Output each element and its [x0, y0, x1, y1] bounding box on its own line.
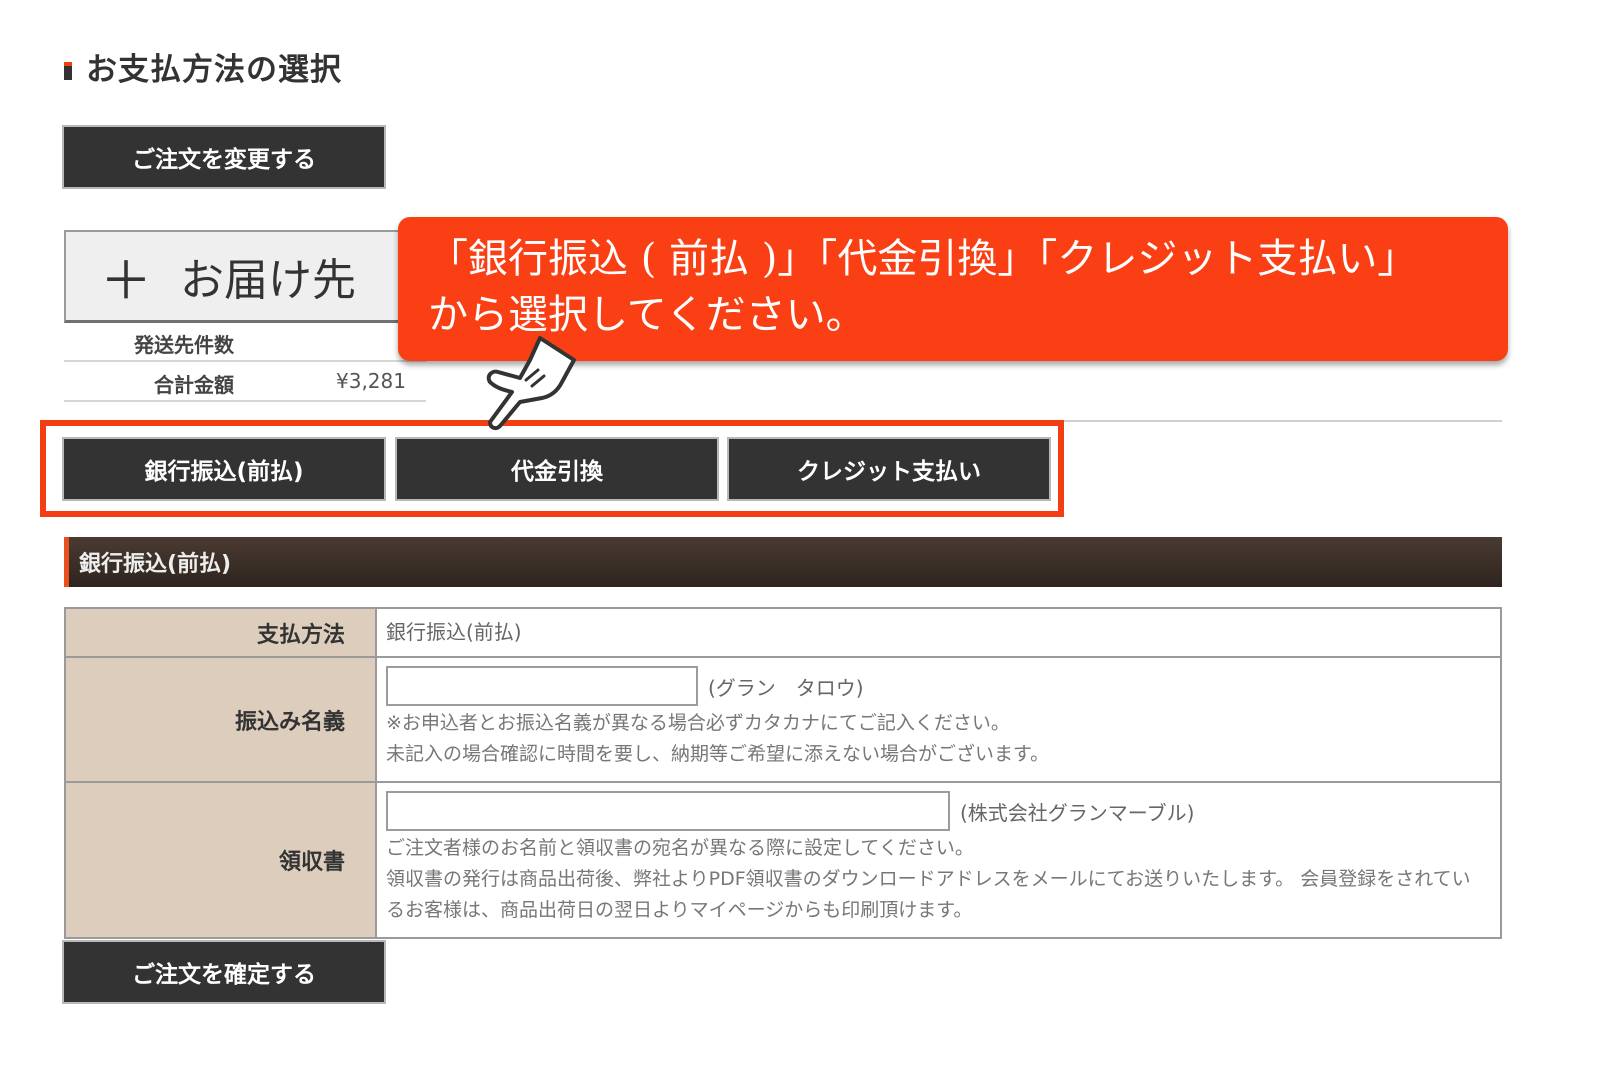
callout-line: 「銀行振込 ( 前払 )」「代金引換」「クレジット支払い」 — [428, 236, 1418, 282]
transfer-name-note: 未記入の場合確認に時間を要し、納期等ご希望に添えない場合がございます。 — [386, 743, 1050, 765]
method-value: 銀行振込(前払) — [386, 620, 522, 644]
receipt-note: ご注文者様のお名前と領収書の宛名が異なる際に設定してください。 — [386, 837, 974, 859]
transfer-name-label: 振込み名義 — [64, 656, 377, 783]
receipt-label: 領収書 — [64, 781, 377, 939]
transfer-name-note: ※お申込者とお振込名義が異なる場合必ずカタカナにてご記入ください。 — [386, 712, 1010, 734]
summary-label: 発送先件数 — [134, 333, 234, 357]
summary-row-count: 発送先件数 — [64, 324, 426, 362]
section-header: 銀行振込(前払) — [64, 537, 1502, 587]
summary-separator — [242, 324, 244, 360]
plus-icon: ＋ — [100, 251, 153, 312]
method-label: 支払方法 — [64, 607, 377, 658]
change-order-button[interactable]: ご注文を変更する — [62, 125, 386, 189]
confirm-order-button[interactable]: ご注文を確定する — [62, 940, 386, 1004]
delivery-address-box[interactable]: ＋ お届け先 — [64, 230, 424, 323]
summary-label: 合計金額 — [154, 373, 234, 397]
receipt-note: 領収書の発行は商品出荷後、弊社よりPDF領収書のダウンロードアドレスをメールにて… — [386, 868, 1471, 921]
callout-line: から選択してください。 — [428, 292, 866, 338]
summary-separator — [242, 364, 244, 400]
payment-form-table: 支払方法 銀行振込(前払) 振込み名義 (グラン タロウ) ※お申込者とお振込名… — [64, 607, 1502, 939]
title-bullet-icon — [64, 62, 72, 80]
summary-row-total: 合計金額 ¥3,281 — [64, 364, 426, 402]
receipt-name-input[interactable] — [386, 791, 950, 831]
page-title: お支払方法の選択 — [86, 52, 342, 88]
receipt-hint: (株式会社グランマーブル) — [960, 800, 1195, 825]
delivery-address-label: お届け先 — [180, 255, 357, 306]
transfer-name-input[interactable] — [386, 666, 698, 706]
summary-value: ¥3,281 — [336, 369, 406, 393]
transfer-name-hint: (グラン タロウ) — [708, 675, 864, 700]
pointing-hand-icon — [486, 336, 576, 431]
